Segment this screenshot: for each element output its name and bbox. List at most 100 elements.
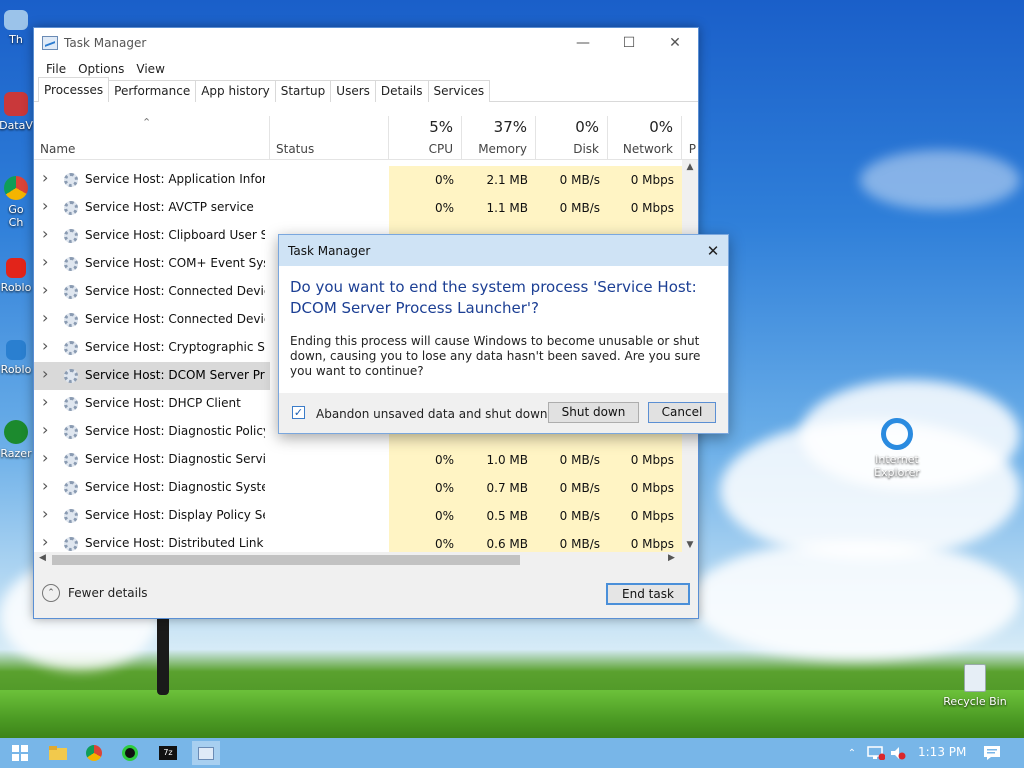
app-icon bbox=[4, 92, 28, 116]
column-header: ⌃ Name Status 5% CPU 37% Memory 0% Disk … bbox=[34, 116, 698, 160]
fewer-details-button[interactable]: ⌃ Fewer details bbox=[42, 584, 148, 602]
table-row[interactable]: ›Service Host: Display Policy Serv...0%0… bbox=[34, 502, 682, 530]
column-status[interactable]: Status bbox=[270, 116, 389, 160]
taskbar-task-manager[interactable] bbox=[192, 741, 220, 765]
column-name[interactable]: ⌃ Name bbox=[34, 116, 270, 160]
column-memory-label: Memory bbox=[478, 142, 527, 156]
column-network-label: Network bbox=[622, 142, 673, 156]
horizontal-scrollbar[interactable]: ◀ ▶ bbox=[34, 552, 698, 568]
abandon-data-checkbox-label[interactable]: Abandon unsaved data and shut down. bbox=[316, 407, 551, 421]
expand-chevron-icon[interactable]: › bbox=[42, 168, 48, 187]
expand-chevron-icon[interactable]: › bbox=[42, 392, 48, 411]
process-disk: 0 MB/s bbox=[536, 474, 608, 502]
network-status[interactable] bbox=[864, 741, 888, 765]
menu-view[interactable]: View bbox=[130, 62, 170, 76]
expand-chevron-icon[interactable]: › bbox=[42, 336, 48, 355]
taskbar-razer[interactable] bbox=[118, 741, 142, 765]
show-hidden-icons[interactable]: ⌃ bbox=[840, 741, 864, 765]
desktop-icon-label: Go bbox=[8, 203, 24, 216]
desktop-icon-this-pc[interactable]: Th bbox=[0, 10, 36, 46]
tab-startup[interactable]: Startup bbox=[274, 80, 332, 102]
taskbar: 7z ⌃ 1:13 PM bbox=[0, 738, 1024, 768]
desktop-icon-roblox[interactable]: Roblo bbox=[0, 258, 36, 294]
column-status-label: Status bbox=[276, 142, 315, 156]
close-button[interactable]: ✕ bbox=[652, 28, 698, 58]
tab-details[interactable]: Details bbox=[374, 80, 429, 102]
tab-app-history[interactable]: App history bbox=[195, 80, 276, 102]
table-row[interactable]: › Service Host: AVCTP service 0% 1.1 MB 0 MB… bbox=[34, 194, 682, 222]
desktop-icon-internet-explorer[interactable]: Internet Explorer bbox=[862, 418, 932, 479]
table-row[interactable]: › Service Host: Application Infor... 0% 2.1… bbox=[34, 166, 682, 194]
taskbar-clock[interactable]: 1:13 PM bbox=[918, 745, 966, 759]
table-row[interactable]: › Service Host: Diagnostic Service... 0%1.… bbox=[34, 446, 682, 474]
desktop-icon-datav[interactable]: DataV bbox=[0, 92, 36, 132]
column-cpu[interactable]: 5% CPU bbox=[389, 116, 462, 160]
column-network[interactable]: 0% Network bbox=[608, 116, 682, 160]
grass bbox=[0, 690, 1024, 738]
taskbar-7zip[interactable]: 7z bbox=[156, 741, 180, 765]
scroll-down-icon[interactable]: ▼ bbox=[682, 540, 698, 550]
process-network: 0 Mbps bbox=[608, 502, 682, 530]
expand-chevron-icon[interactable]: › bbox=[42, 308, 48, 327]
expand-chevron-icon[interactable]: › bbox=[42, 448, 48, 467]
column-disk[interactable]: 0% Disk bbox=[536, 116, 608, 160]
tab-processes[interactable]: Processes bbox=[38, 77, 110, 102]
scroll-left-icon[interactable]: ◀ bbox=[39, 553, 46, 563]
column-name-label: Name bbox=[40, 142, 76, 156]
process-name: Service Host: Connected Device... bbox=[85, 284, 265, 298]
tab-performance[interactable]: Performance bbox=[108, 80, 197, 102]
scroll-thumb[interactable] bbox=[52, 555, 520, 565]
expand-chevron-icon[interactable]: › bbox=[42, 532, 48, 551]
title-bar[interactable]: Task Manager — ☐ ✕ bbox=[34, 28, 698, 58]
process-network: 0 Mbps bbox=[608, 166, 682, 194]
desktop-icon-roblox-studio[interactable]: Roblo bbox=[0, 340, 36, 376]
column-memory[interactable]: 37% Memory bbox=[462, 116, 536, 160]
menu-file[interactable]: File bbox=[40, 62, 72, 76]
dialog-title-bar[interactable]: Task Manager ✕ bbox=[279, 235, 728, 266]
dialog-close-button[interactable]: ✕ bbox=[698, 242, 728, 260]
dialog-instruction: Do you want to end the system process 'S… bbox=[290, 278, 697, 317]
start-button[interactable] bbox=[8, 741, 32, 765]
desktop-icon-google-chrome[interactable]: Go Ch bbox=[0, 176, 36, 229]
action-center-button[interactable] bbox=[980, 741, 1004, 765]
network-total: 0% bbox=[649, 118, 673, 136]
desktop-icon-label: Th bbox=[9, 33, 23, 46]
expand-chevron-icon[interactable]: › bbox=[42, 196, 48, 215]
taskbar-chrome[interactable] bbox=[82, 741, 106, 765]
process-name: Service Host: DHCP Client bbox=[85, 396, 241, 410]
process-name: Service Host: Clipboard User Ser... bbox=[85, 228, 265, 242]
windows-icon bbox=[12, 745, 28, 761]
desktop-icon-razer[interactable]: Razer bbox=[0, 420, 36, 460]
expand-chevron-icon[interactable]: › bbox=[42, 280, 48, 299]
process-name: Service Host: Connected Device... bbox=[85, 312, 265, 326]
expand-chevron-icon[interactable]: › bbox=[42, 476, 48, 495]
process-disk: 0 MB/s bbox=[536, 446, 608, 474]
taskbar-file-explorer[interactable] bbox=[46, 741, 70, 765]
table-row[interactable]: › Service Host: Diagnostic System... 0%0.7… bbox=[34, 474, 682, 502]
expand-chevron-icon[interactable]: › bbox=[42, 252, 48, 271]
shut-down-button[interactable]: Shut down bbox=[548, 402, 639, 423]
scroll-right-icon[interactable]: ▶ bbox=[668, 553, 675, 563]
end-task-button[interactable]: End task bbox=[606, 583, 690, 605]
abandon-data-checkbox[interactable]: ✓ bbox=[292, 406, 305, 419]
desktop-icon-label: Internet Explorer bbox=[874, 453, 920, 479]
minimize-button[interactable]: — bbox=[560, 28, 606, 58]
tab-users[interactable]: Users bbox=[330, 80, 376, 102]
tab-services[interactable]: Services bbox=[427, 80, 491, 102]
memory-total: 37% bbox=[493, 118, 527, 136]
expand-chevron-icon[interactable]: › bbox=[42, 224, 48, 243]
end-process-dialog[interactable]: Task Manager ✕ Do you want to end the sy… bbox=[278, 234, 729, 434]
menu-options[interactable]: Options bbox=[72, 62, 130, 76]
expand-chevron-icon[interactable]: › bbox=[42, 504, 48, 523]
expand-chevron-icon[interactable]: › bbox=[42, 364, 48, 383]
desktop-icon-recycle-bin[interactable]: Recycle Bin bbox=[934, 664, 1016, 708]
scroll-up-icon[interactable]: ▲ bbox=[682, 162, 698, 172]
table-row[interactable]: ›Service Host: Distributed Link Tr...0%0… bbox=[34, 530, 682, 552]
process-network: 0 Mbps bbox=[608, 474, 682, 502]
expand-chevron-icon[interactable]: › bbox=[42, 420, 48, 439]
column-power[interactable]: P bbox=[682, 116, 698, 160]
maximize-button[interactable]: ☐ bbox=[606, 28, 652, 58]
volume-control[interactable] bbox=[886, 741, 910, 765]
cancel-button[interactable]: Cancel bbox=[648, 402, 716, 423]
cpu-total: 5% bbox=[429, 118, 453, 136]
